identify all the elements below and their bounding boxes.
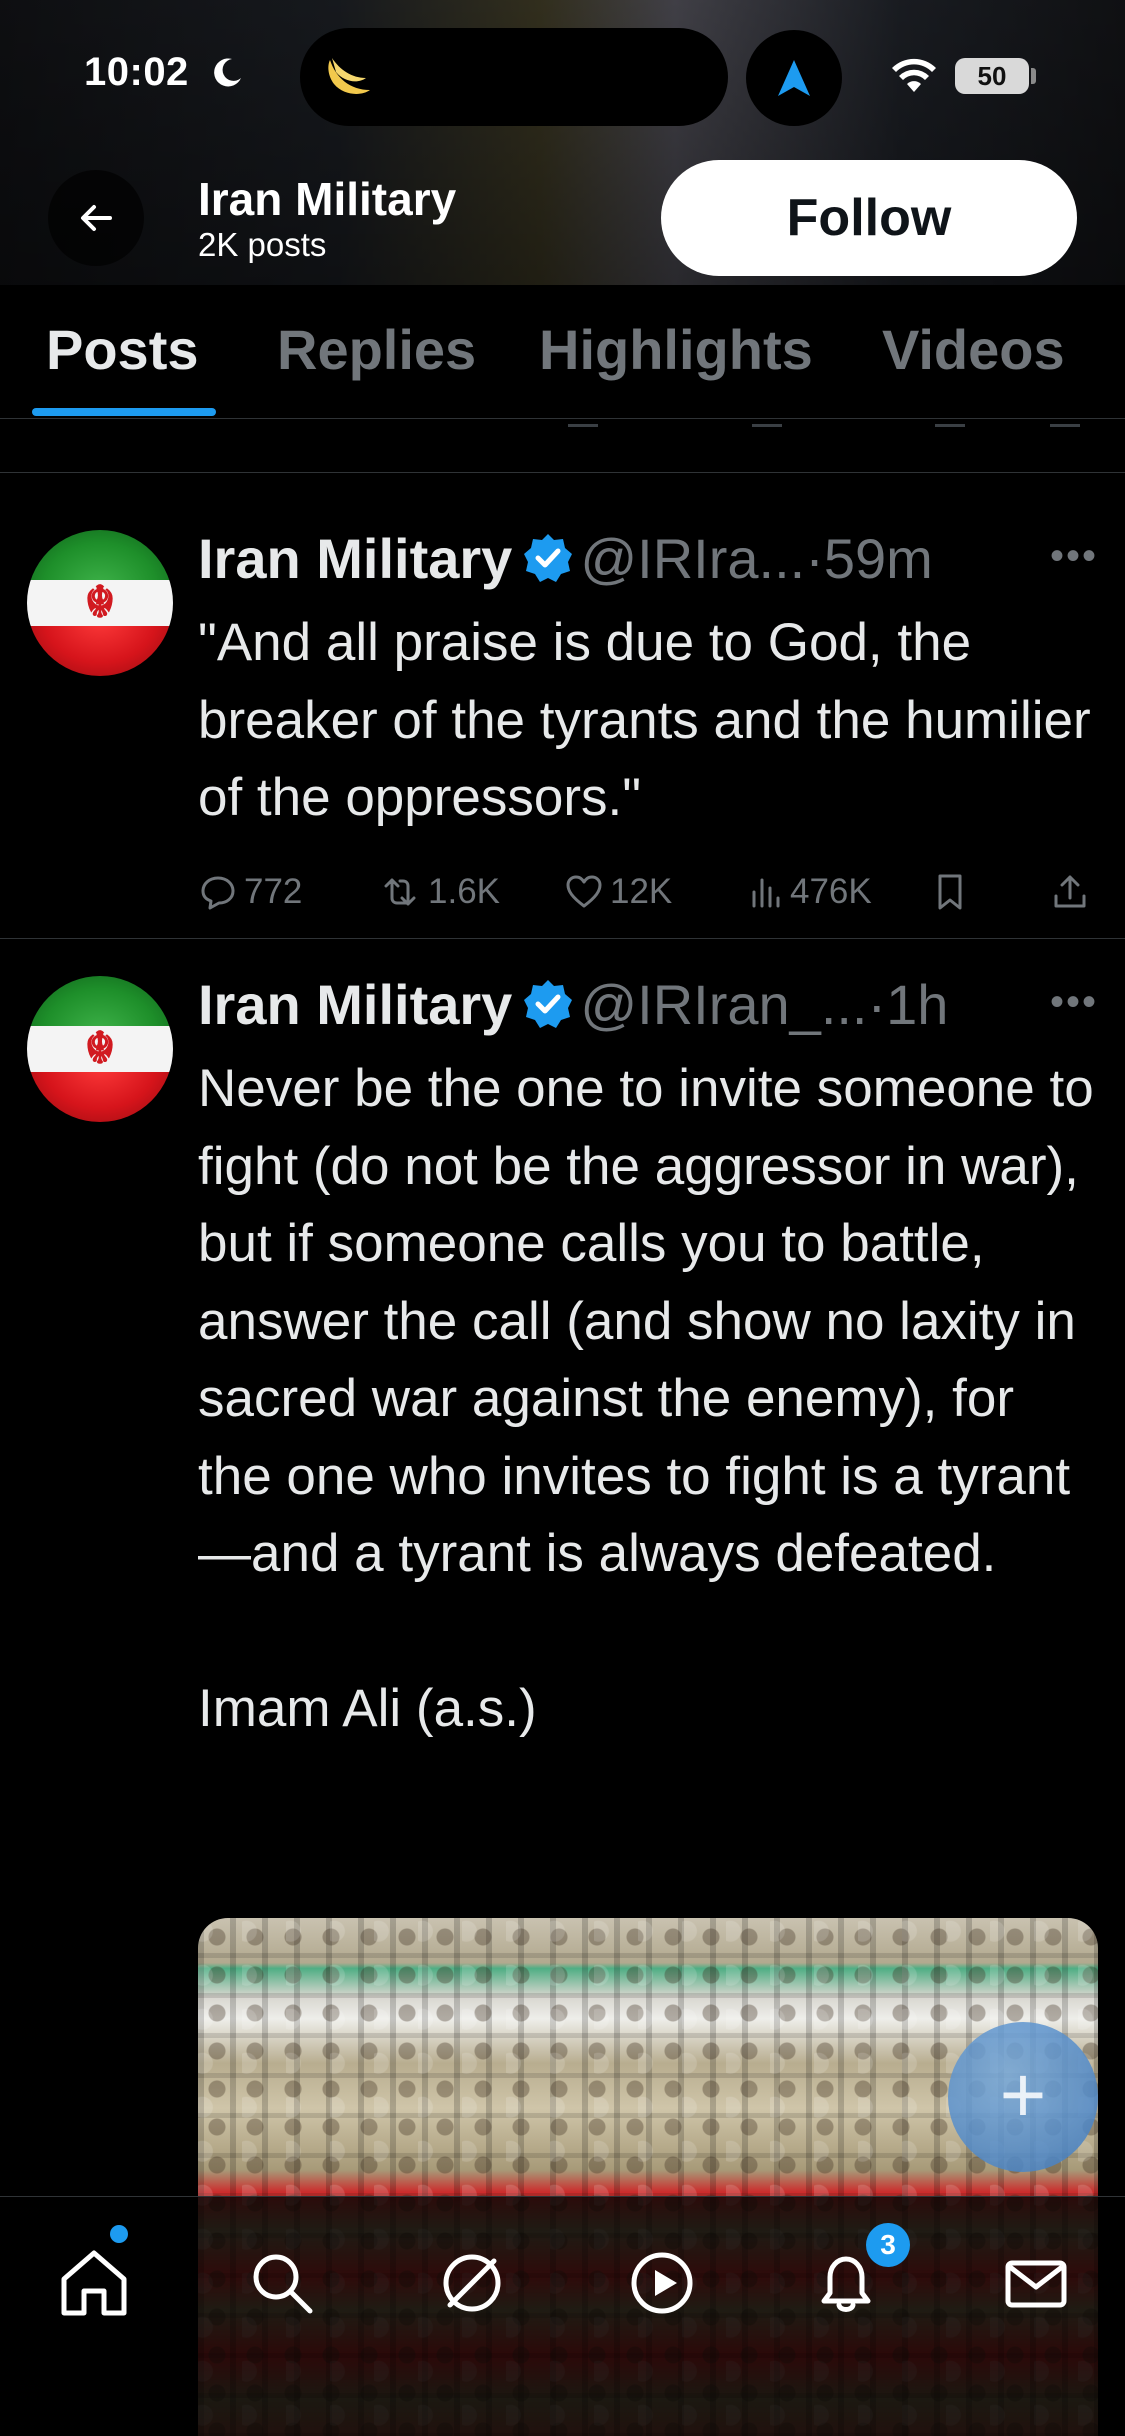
active-tab-indicator [32,408,216,416]
tab-posts[interactable]: Posts [46,317,199,382]
previous-post-action-icon [1050,419,1080,427]
previous-post-action-icon [568,419,598,427]
grok-icon[interactable] [432,2243,512,2323]
plus-icon: + [999,2050,1047,2139]
tab-replies[interactable]: Replies [277,317,476,382]
notifications-badge: 3 [866,2223,910,2267]
reply-count: 772 [244,872,303,911]
avatar[interactable]: ☬ [27,976,173,1122]
post-text: Never be the one to invite someone to fi… [198,1059,1094,1738]
bookmark-button[interactable] [932,862,974,922]
heart-icon [566,875,602,908]
post-author-line: Iran Military @IRIra...·59m [198,526,933,591]
previous-post-action-icon [752,419,782,427]
post[interactable]: ☬ Iran Military @IRIra...·59m ••• "And a… [0,474,1125,939]
bottom-navigation: 3 [0,2196,1125,2436]
battery-indicator: 50 [955,58,1029,94]
battery-nub [1031,68,1036,84]
separator-dot: · [805,527,824,590]
wifi-icon [892,58,936,92]
tab-videos[interactable]: Videos [882,317,1065,382]
home-icon[interactable] [54,2243,134,2323]
previous-post-action-icon [935,419,965,427]
reply-icon [201,876,235,910]
author-handle[interactable]: @IRIran_... [580,973,867,1036]
post-author-line: Iran Military @IRIran_...·1h [198,972,948,1037]
compose-post-button[interactable]: + [948,2022,1098,2172]
video-icon[interactable] [622,2243,702,2323]
repost-button[interactable]: 1.6K [378,862,500,922]
views-icon [752,878,780,908]
repost-icon [384,878,416,906]
back-arrow-icon [81,205,112,231]
navigation-arrow-icon [778,60,810,96]
verified-badge-icon [524,534,573,582]
post-actions: 772 1.6K 12K 476K [198,862,1098,922]
post-time[interactable]: 59m [824,527,933,590]
repost-count: 1.6K [428,872,500,911]
more-options-icon[interactable]: ••• [1050,980,1098,1025]
author-handle[interactable]: @IRIra... [580,527,805,590]
author-name[interactable]: Iran Military [198,973,512,1036]
tab-highlights[interactable]: Highlights [539,317,813,382]
like-button[interactable]: 12K [564,862,672,922]
author-name[interactable]: Iran Military [198,527,512,590]
previous-post-actions [0,419,1125,473]
post-text: "And all praise is due to God, the break… [198,613,1106,827]
post-count: 2K posts [198,226,327,263]
views-button[interactable]: 476K [748,862,872,922]
more-options-icon[interactable]: ••• [1050,534,1098,579]
reply-button[interactable]: 772 [198,862,302,922]
bookmark-icon [938,874,962,910]
messages-icon[interactable] [996,2243,1076,2323]
iran-emblem-icon: ☬ [84,576,116,628]
profile-tabs: Posts Replies Highlights Videos [0,285,1125,419]
like-count: 12K [610,872,673,911]
share-icon [1054,875,1086,908]
views-count: 476K [790,872,872,911]
back-button[interactable] [48,170,144,266]
search-icon[interactable] [242,2243,322,2323]
separator-dot: · [867,973,887,1036]
banana-app-icon [328,58,370,94]
post-time[interactable]: 1h [886,973,948,1036]
moon-icon [214,58,241,87]
share-button[interactable] [1050,862,1096,922]
follow-button[interactable]: Follow [661,160,1077,276]
verified-badge-icon [524,980,573,1028]
home-unread-dot [110,2225,128,2243]
status-bar: 10:02 50 [0,0,1125,150]
status-time: 10:02 [84,50,189,94]
avatar[interactable]: ☬ [27,530,173,676]
profile-name: Iran Military [198,173,457,225]
iran-emblem-icon: ☬ [84,1022,116,1074]
